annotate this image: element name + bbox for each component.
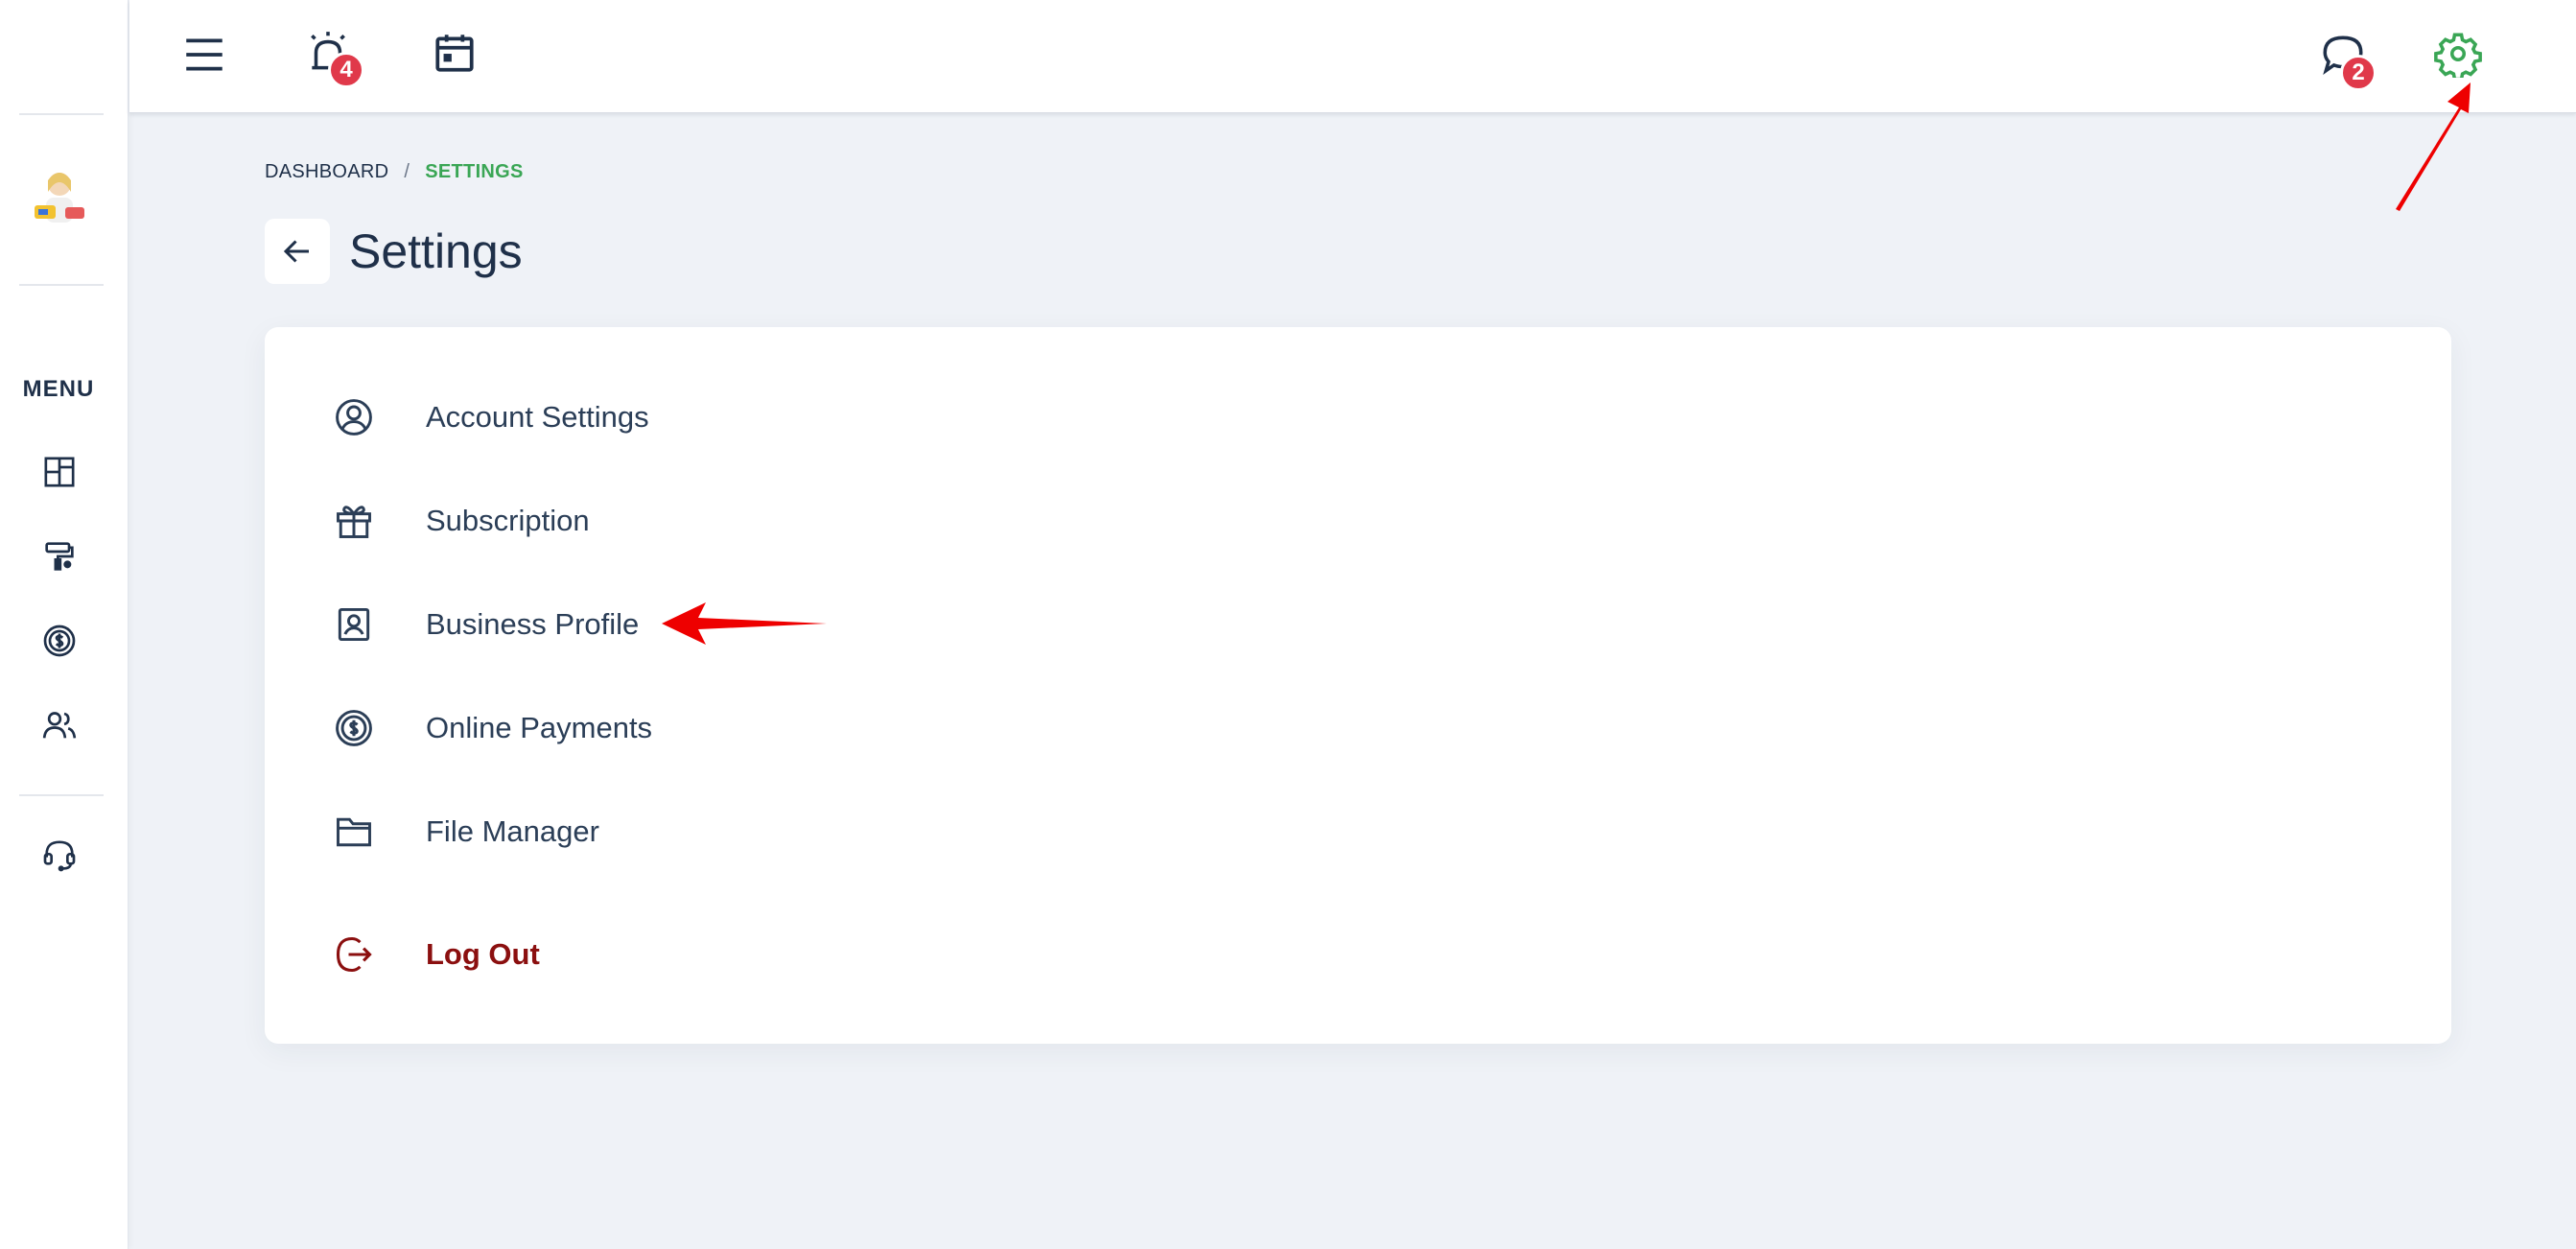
- settings-item-file-manager[interactable]: File Manager: [265, 798, 1128, 865]
- sidebar-divider: [19, 113, 104, 115]
- logout-label: Log Out: [426, 937, 540, 971]
- settings-item-subscription[interactable]: Subscription: [265, 487, 1128, 554]
- annotation-arrow-business-profile: [662, 602, 827, 645]
- breadcrumb-current: SETTINGS: [425, 161, 524, 182]
- settings-item-label: Subscription: [426, 504, 590, 537]
- id-badge-icon: [332, 602, 376, 647]
- breadcrumb-separator: /: [404, 161, 410, 182]
- dollar-circle-icon[interactable]: [38, 620, 81, 662]
- sidebar-divider: [19, 284, 104, 286]
- logout-button[interactable]: Log Out: [265, 921, 1128, 988]
- top-bar: 4 2: [129, 0, 2576, 113]
- sidebar-divider: [19, 794, 104, 796]
- folder-icon: [332, 810, 376, 854]
- settings-item-label: Online Payments: [426, 711, 653, 744]
- hamburger-icon[interactable]: [178, 29, 230, 81]
- avatar[interactable]: [29, 163, 90, 232]
- alarm-badge: 4: [328, 52, 364, 88]
- settings-menu-card: Account Settings Subscription Business P…: [265, 327, 2451, 1044]
- calendar-icon[interactable]: [429, 27, 480, 79]
- annotation-arrow-settings: [2396, 82, 2471, 211]
- menu-label: MENU: [22, 376, 95, 402]
- breadcrumb: DASHBOARD / SETTINGS: [265, 161, 524, 183]
- logout-icon: [332, 932, 376, 977]
- settings-item-label: File Manager: [426, 814, 599, 848]
- page-title: Settings: [349, 224, 523, 278]
- dashboard-icon[interactable]: [38, 451, 81, 493]
- sidebar: MENU: [0, 0, 129, 1249]
- dollar-circle-icon: [332, 706, 376, 750]
- back-button[interactable]: [265, 219, 330, 284]
- settings-item-online-payments[interactable]: Online Payments: [265, 695, 1128, 762]
- gift-icon: [332, 499, 376, 543]
- arrow-left-icon: [283, 240, 309, 263]
- settings-item-account-settings[interactable]: Account Settings: [265, 384, 1128, 451]
- settings-item-label: Business Profile: [426, 607, 640, 641]
- breadcrumb-dashboard-link[interactable]: DASHBOARD: [265, 161, 388, 183]
- headset-icon[interactable]: [38, 835, 81, 877]
- users-icon[interactable]: [38, 704, 81, 746]
- paint-roller-icon[interactable]: [38, 535, 81, 577]
- user-circle-icon: [332, 395, 376, 439]
- chat-badge: 2: [2340, 55, 2377, 91]
- settings-item-label: Account Settings: [426, 400, 649, 434]
